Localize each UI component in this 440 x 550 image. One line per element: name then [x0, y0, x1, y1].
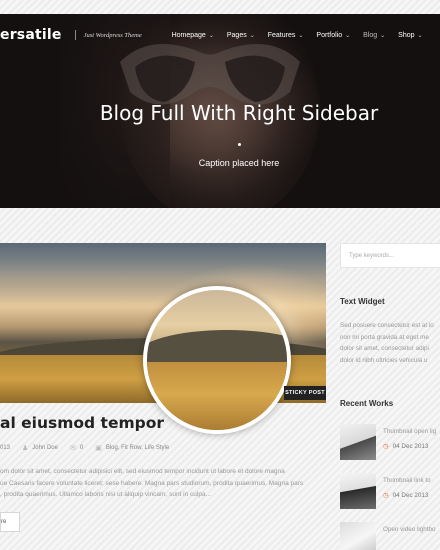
recent-works-title: Recent Works [340, 399, 394, 408]
nav-item-pages[interactable]: Pages ⌄ [227, 32, 255, 39]
chevron-down-icon: ⌄ [208, 32, 214, 39]
post-meta: 013 ♟ John Doe ✉ 0 ▣ Blog, Fit Row, Life St… [0, 444, 181, 452]
work-date-text: 04 Dec 2013 [392, 442, 429, 450]
text-widget-line: non mi porta gravida at eget me [340, 333, 429, 341]
read-more-button[interactable]: re [0, 512, 20, 532]
nav-item-label: Homepage [171, 31, 206, 39]
nav-item-blog[interactable]: Blog ⌄ [363, 32, 385, 39]
nav-item-label: Pages [226, 31, 247, 39]
main-nav: Homepage ⌄ Pages ⌄ Features ⌄ Portfolio ⌄ Bl… [172, 32, 436, 39]
post-comments[interactable]: ✉ 0 [70, 444, 83, 452]
post-date: 013 [0, 445, 10, 451]
post-title[interactable]: al eiusmod tempor [0, 414, 164, 432]
text-widget-body: Sed posuere consectetur est at lo non mi… [340, 320, 440, 366]
nav-item-features[interactable]: Features ⌄ [268, 32, 304, 39]
post-comment-count: 0 [79, 445, 84, 451]
chevron-down-icon: ⌄ [417, 32, 423, 39]
nav-item-label: Blog [363, 31, 378, 39]
nav-item-homepage[interactable]: Homepage ⌄ [172, 32, 214, 39]
text-widget-line: Sed posuere consectetur est at lo [340, 322, 434, 329]
post-date-text: 013 [0, 445, 11, 451]
post-categories[interactable]: ▣ Blog, Fit Row, Life Style [95, 444, 169, 452]
work-thumbnail[interactable] [340, 424, 376, 460]
work-name[interactable]: Open video lightbo [383, 526, 436, 533]
sticky-post-badge: STICKY POST [284, 386, 326, 400]
post-author-name: John Doe [32, 445, 58, 451]
work-thumbnail[interactable] [340, 473, 376, 509]
clock-icon: ◷ [383, 492, 389, 499]
magnifier-field [147, 362, 287, 430]
excerpt-line: ue Caesaris facere voluntate liceret: se… [0, 479, 304, 487]
chevron-down-icon: ⌄ [345, 32, 351, 39]
chevron-down-icon: ⌄ [298, 32, 304, 39]
excerpt-line: , prodita quaerimus. Ullamco laboris nis… [0, 491, 211, 498]
site-logo[interactable]: ersatile [0, 27, 62, 43]
work-name[interactable]: Thumbnail open lig [383, 428, 436, 435]
folder-icon: ▣ [95, 445, 102, 452]
clock-icon: ◷ [383, 443, 389, 450]
work-date: ◷ 04 Dec 2013 [383, 442, 429, 451]
work-name[interactable]: Thumbnail link to [383, 477, 431, 484]
chevron-down-icon: ⌄ [380, 32, 386, 39]
nav-item-shop[interactable]: Shop ⌄ [398, 32, 422, 39]
top-navigation-bar: ersatile Just Wordpress Theme Homepage ⌄ … [0, 14, 440, 56]
nav-item-portfolio[interactable]: Portfolio ⌄ [316, 32, 350, 39]
site-tagline: Just Wordpress Theme [83, 31, 142, 39]
text-widget-title: Text Widget [340, 297, 385, 306]
recent-works-list: Thumbnail open lig ◷ 04 Dec 2013 Thumbnai… [340, 424, 440, 550]
excerpt-line: om dolor sit amet, consectetur adipisici… [0, 468, 285, 475]
chevron-down-icon: ⌄ [249, 32, 255, 39]
post-author[interactable]: ♟ John Doe [22, 444, 58, 452]
list-item[interactable]: Open video lightbo [340, 522, 440, 550]
list-item[interactable]: Thumbnail open lig ◷ 04 Dec 2013 [340, 424, 440, 473]
post-category-list: Blog, Fit Row, Life Style [105, 445, 170, 451]
nav-item-label: Shop [398, 31, 415, 39]
search-input[interactable]: Type keywords... [340, 243, 440, 268]
nav-item-label: Portfolio [316, 31, 343, 39]
hero-caption: Caption placed here [198, 158, 280, 168]
work-date-text: 04 Dec 2013 [392, 491, 429, 499]
hero-divider-dot [238, 143, 241, 146]
list-item[interactable]: Thumbnail link to ◷ 04 Dec 2013 [340, 473, 440, 522]
comment-icon: ✉ [69, 445, 76, 452]
page-title: Blog Full With Right Sidebar [99, 101, 379, 125]
logo-divider [74, 30, 76, 40]
nav-item-label: Features [267, 31, 296, 39]
user-icon: ♟ [22, 445, 29, 452]
work-thumbnail[interactable] [340, 522, 376, 550]
work-date: ◷ 04 Dec 2013 [383, 491, 429, 500]
text-widget-line: dolor id nibh ultricies vehicula u [340, 356, 428, 364]
text-widget-line: dolor sit amet, consectetur adipi [340, 345, 429, 352]
image-magnifier-lens[interactable] [143, 286, 291, 434]
post-excerpt: om dolor sit amet, consectetur adipisici… [0, 466, 326, 501]
